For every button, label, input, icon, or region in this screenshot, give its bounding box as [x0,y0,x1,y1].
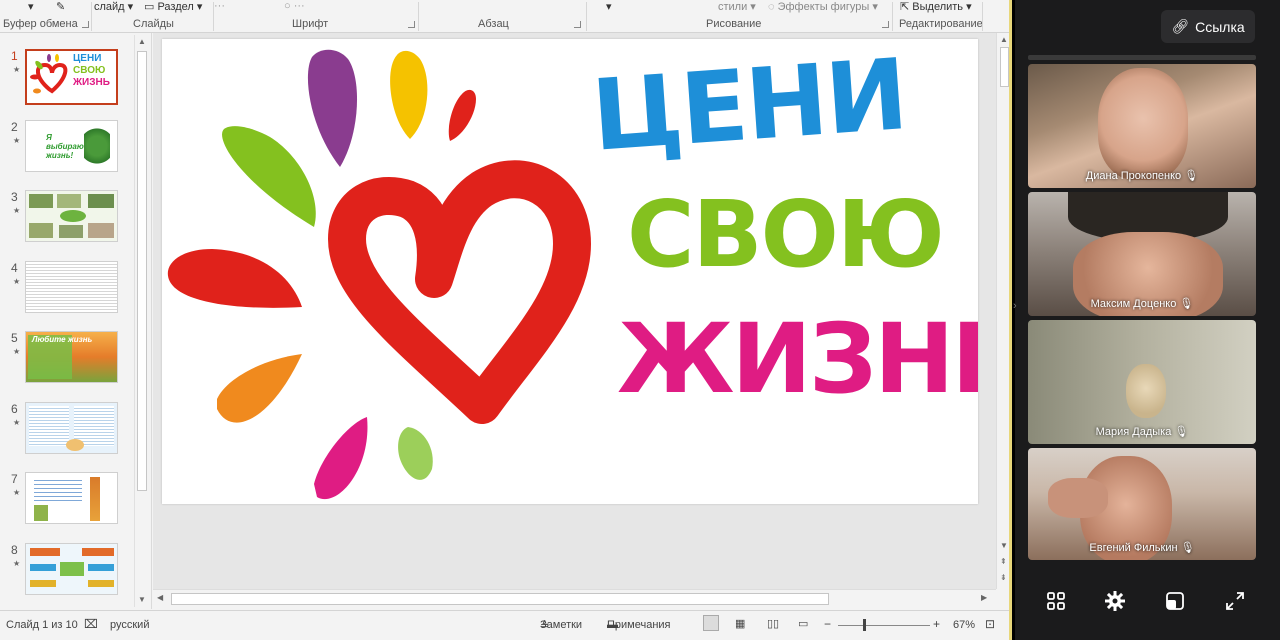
slide-thumbnail-2[interactable]: 2 ★ Я выбираю жизнь! [6,120,146,178]
quick-styles-button[interactable]: стили ▾ [718,0,756,14]
animation-star-icon: ★ [13,347,21,356]
muted-mic-icon: 🎙︎ [1174,426,1189,438]
participant-name: Максим Доценко [1090,298,1177,310]
panel-handle[interactable] [1028,55,1256,60]
collapse-panel-icon[interactable]: › [1013,300,1017,312]
animation-star-icon: ★ [13,488,21,497]
muted-mic-icon: 🎙︎ [1184,170,1199,182]
select-button[interactable]: ⇱ Выделить ▾ [900,0,972,14]
paragraph-dialog-launcher-icon[interactable] [574,21,581,28]
spelling-icon[interactable]: ⌧ [84,617,98,631]
slide-thumbnails-pane: 1 ★ ЦЕНИ СВОЮ ЖИЗНЬ 2 ★ Я выбираю жизнь!… [0,33,152,609]
new-slide-button[interactable]: слайд ▾ [94,0,133,14]
link-icon: 🔗︎ [1171,18,1190,34]
slide-title-line-1[interactable]: ЦЕНИ [588,39,909,174]
current-slide[interactable]: ЦЕНИ СВОЮ ЖИЗНЬ [162,39,978,504]
participant-tile[interactable]: Мария Дадыка 🎙︎ [1028,320,1256,444]
zoom-slider-thumb[interactable] [863,619,866,631]
scroll-up-icon[interactable]: ▲ [138,37,146,46]
slide-thumbnail-1[interactable]: 1 ★ ЦЕНИ СВОЮ ЖИЗНЬ [6,49,146,107]
status-bar: Слайд 1 из 10 ⌧ русский ≙ Заметки ▬ Прим… [0,610,1009,640]
animation-star-icon: ★ [13,65,21,74]
animation-star-icon: ★ [13,277,21,286]
slide-counter: Слайд 1 из 10 [6,619,78,631]
language-indicator[interactable]: русский [110,619,149,631]
zoom-slider[interactable] [838,625,930,626]
slide-thumbnail-7[interactable]: 7 ★ [6,472,146,530]
muted-mic-icon: 🎙︎ [1180,542,1195,554]
arrange-dropdown[interactable]: ▾ [606,0,612,14]
participant-tile[interactable]: Евгений Филькин 🎙︎ [1028,448,1256,560]
group-paragraph: Абзац [478,18,509,30]
group-slides: Слайды [133,18,174,30]
fit-to-window-icon[interactable]: ⊡ [985,617,995,631]
normal-view-icon[interactable] [703,615,719,631]
animation-star-icon: ★ [13,206,21,215]
drawing-dialog-launcher-icon[interactable] [882,21,889,28]
dialog-launcher-icon[interactable] [81,20,89,28]
section-button[interactable]: ▭ Раздел ▾ [144,0,202,14]
slideshow-icon[interactable]: ▭ [798,617,808,630]
scroll-up-icon[interactable]: ▲ [1000,35,1008,44]
font-dialog-launcher-icon[interactable] [408,21,415,28]
participant-name: Мария Дадыка [1095,426,1172,438]
font-size-controls[interactable]: ○ ··· [284,0,305,14]
editor-horizontal-scroll-thumb[interactable] [171,593,829,605]
ribbon-arrow[interactable]: ▾ [28,0,34,14]
next-slide-icon[interactable]: ⇟ [1000,573,1007,582]
group-font: Шрифт [292,18,329,30]
muted-mic-icon: 🎙︎ [1179,298,1194,310]
previous-slide-icon[interactable]: ⇞ [1000,557,1007,566]
scroll-right-icon[interactable]: ▶ [981,593,987,602]
group-editing: Редактирование [899,18,983,30]
group-drawing: Рисование [706,18,762,30]
editor-horizontal-scrollbar[interactable]: ◀ ▶ [153,589,996,609]
paste-icon[interactable]: ✎ [56,0,65,14]
slide-thumbnail-4[interactable]: 4 ★ [6,261,146,319]
ribbon: ▾ ✎ слайд ▾ ▭ Раздел ▾ ··· ○ ··· ▾ стили… [0,0,1009,33]
share-link-button[interactable]: 🔗︎ Ссылка [1161,10,1255,43]
scroll-down-icon[interactable]: ▼ [1000,541,1008,550]
gear-icon[interactable] [1102,588,1128,614]
scroll-down-icon[interactable]: ▼ [138,595,146,604]
thumbnails-scroll-thumb[interactable] [137,51,147,491]
editor-vertical-scrollbar[interactable]: ▲ ▼ ⇞ ⇟ [996,33,1009,589]
shape-effects-button[interactable]: ◌ Эффекты фигуры ▾ [768,0,878,14]
slide-title-line-2[interactable]: СВОЮ [627,189,945,281]
slide-title-line-3[interactable]: ЖИЗНЬ [617,311,978,407]
slide-thumbnail-6[interactable]: 6 ★ [6,402,146,460]
participant-tile[interactable]: Максим Доценко 🎙︎ [1028,192,1256,316]
animation-star-icon: ★ [13,136,21,145]
presentation-window: ▾ ✎ слайд ▾ ▭ Раздел ▾ ··· ○ ··· ▾ стили… [0,0,1012,640]
layout-icon[interactable] [1162,588,1188,614]
slide-sorter-icon[interactable]: ▦ [735,617,745,630]
participant-name: Евгений Филькин [1089,542,1178,554]
grid-icon[interactable] [1043,588,1069,614]
animation-star-icon: ★ [13,418,21,427]
slide-thumbnail-5[interactable]: 5 ★ Любите жизнь [6,331,146,389]
participant-tile[interactable]: Диана Прокопенко 🎙︎ [1028,64,1256,188]
font-controls[interactable]: ··· [214,0,225,14]
editor-vertical-scroll-thumb[interactable] [1000,47,1009,87]
zoom-out-icon[interactable]: − [824,617,831,631]
slide-thumbnail-3[interactable]: 3 ★ [6,190,146,248]
thumbnails-scrollbar[interactable]: ▲ ▼ [134,35,149,607]
animation-star-icon: ★ [13,559,21,568]
zoom-level[interactable]: 67% [953,619,975,631]
participant-name: Диана Прокопенко [1085,170,1182,182]
fullscreen-icon[interactable] [1222,588,1248,614]
slide-editor: ЦЕНИ СВОЮ ЖИЗНЬ [153,33,996,589]
zoom-in-icon[interactable]: + [933,617,940,631]
scroll-left-icon[interactable]: ◀ [157,593,163,602]
group-clipboard: Буфер обмена [3,18,89,32]
reading-view-icon[interactable]: ▯▯ [767,617,779,630]
slide-thumbnail-8[interactable]: 8 ★ [6,543,146,601]
